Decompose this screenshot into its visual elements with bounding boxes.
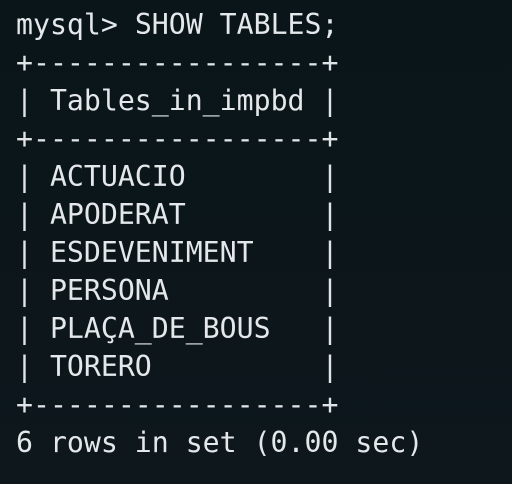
table-bottom-border: +-----------------+ <box>16 388 339 421</box>
terminal-window[interactable]: mysql> SHOW TABLES; +-----------------+ … <box>0 0 512 484</box>
table-cell: ESDEVENIMENT <box>49 236 305 269</box>
sql-command: SHOW TABLES; <box>134 8 339 41</box>
result-summary: 6 rows in set (0.00 sec) <box>16 426 424 459</box>
table-row: | TORERO | <box>16 350 339 383</box>
table-cell: PLAÇA_DE_BOUS <box>49 312 305 345</box>
table-row: | ACTUACIO | <box>16 160 339 193</box>
table-row: | ESDEVENIMENT | <box>16 236 339 269</box>
table-cell: APODERAT <box>49 198 305 231</box>
table-header-cell: Tables_in_impbd <box>49 84 305 117</box>
command-line: mysql> SHOW TABLES; <box>16 6 512 44</box>
table-row: | PLAÇA_DE_BOUS | <box>16 312 339 345</box>
table-top-border: +-----------------+ <box>16 46 339 79</box>
table-row: | APODERAT | <box>16 198 339 231</box>
table-cell: PERSONA <box>49 274 305 307</box>
table-cell: TORERO <box>49 350 305 383</box>
table-row: | PERSONA | <box>16 274 339 307</box>
table-header-row: | Tables_in_impbd | <box>16 84 339 117</box>
mysql-prompt: mysql> <box>16 8 118 41</box>
table-cell: ACTUACIO <box>49 160 305 193</box>
table-header-border: +-----------------+ <box>16 122 339 155</box>
